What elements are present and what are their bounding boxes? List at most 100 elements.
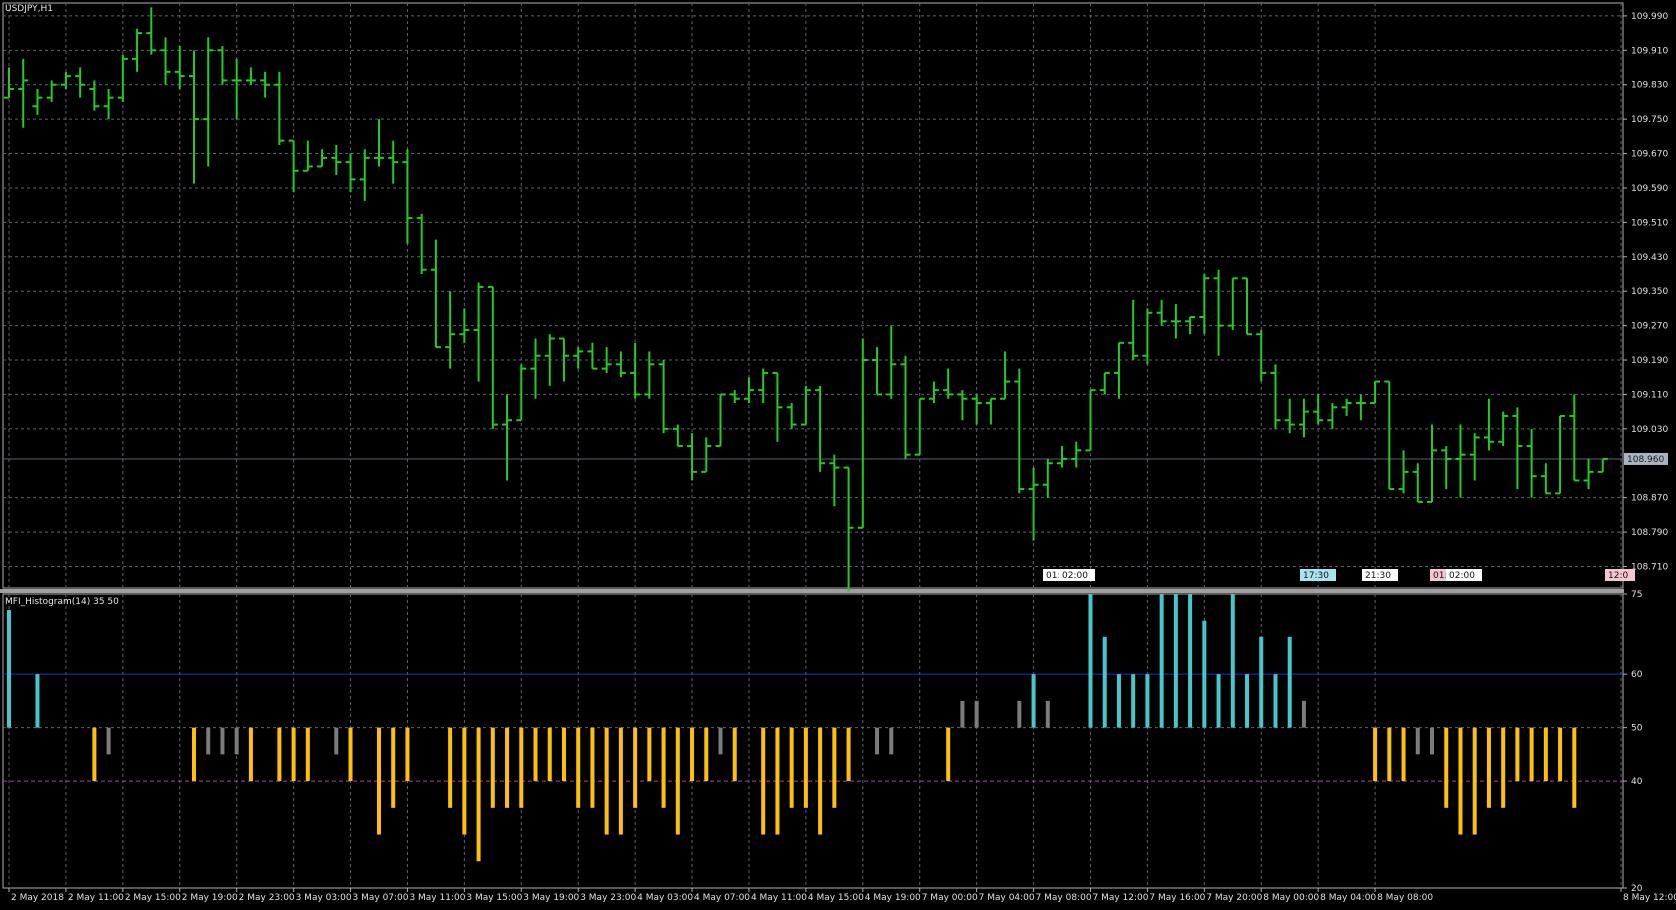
time-axis-label: 7 May 20:00 — [1206, 893, 1262, 903]
histogram-bar — [633, 727, 638, 808]
price-axis-label: 109.990 — [1631, 12, 1668, 22]
price-axis-label: 109.350 — [1631, 287, 1668, 297]
event-marker[interactable]: 12:0 — [1605, 569, 1635, 581]
histogram-bar — [618, 727, 623, 835]
histogram-bar — [576, 727, 581, 808]
time-axis-label: 4 May 07:00 — [694, 893, 750, 903]
histogram-bar — [1145, 674, 1150, 728]
histogram-bar — [661, 727, 666, 808]
time-axis-label: 2 May 23:00 — [239, 893, 295, 903]
histogram-bar — [875, 727, 880, 755]
histogram-bar — [818, 727, 823, 835]
histogram-bar — [462, 727, 467, 835]
histogram-bar — [1259, 636, 1264, 728]
histogram-bar — [1543, 727, 1548, 782]
event-marker[interactable]: 02:00 — [1446, 569, 1482, 581]
time-axis-label: 7 May 16:00 — [1149, 893, 1205, 903]
time-axis-label: 3 May 07:00 — [353, 893, 409, 903]
chart-canvas[interactable]: 109.990 109.910 109.830 109.750 109.670 109.5… — [0, 0, 1676, 910]
price-axis-label: 109.750 — [1631, 115, 1668, 125]
histogram-bar — [1088, 594, 1093, 728]
main-pane-frame — [2, 2, 1624, 589]
price-axis-label: 108.790 — [1631, 528, 1668, 538]
histogram-bar — [1387, 727, 1392, 782]
price-axis-label: 109.830 — [1631, 81, 1668, 91]
histogram-bar — [1415, 727, 1420, 755]
histogram-bar — [1558, 727, 1563, 782]
event-marker[interactable]: 17:30 — [1300, 569, 1336, 581]
histogram-bar — [974, 700, 979, 728]
time-axis-label: 7 May 08:00 — [1036, 893, 1092, 903]
histogram-bar — [348, 727, 353, 782]
price-axis-label: 109.510 — [1631, 218, 1668, 228]
current-price-label: 108.960 — [1627, 455, 1664, 465]
histogram-bar — [376, 727, 381, 835]
histogram-bar — [1188, 594, 1193, 728]
histogram-bar — [1529, 727, 1534, 782]
time-axis-label: 7 May 04:00 — [979, 893, 1035, 903]
histogram-bar — [1430, 727, 1435, 755]
histogram-bar — [789, 727, 794, 808]
histogram-bar — [1373, 727, 1378, 782]
event-marker-label: 01: — [1046, 571, 1060, 581]
histogram-bar — [960, 700, 965, 728]
histogram-bar — [1045, 700, 1050, 728]
histogram-bar — [1458, 727, 1463, 835]
histogram-bar — [1159, 594, 1164, 728]
time-axis-label: 3 May 15:00 — [466, 893, 522, 903]
histogram-bar — [191, 727, 196, 782]
histogram-bar — [206, 727, 211, 755]
price-axis-label: 109.430 — [1631, 253, 1668, 263]
histogram-bar — [1401, 727, 1406, 782]
histogram-bar — [505, 727, 510, 808]
price-axis-label: 109.030 — [1631, 425, 1668, 435]
time-axis-label: 3 May 11:00 — [409, 893, 465, 903]
chart-symbol-title: USDJPY,H1 — [5, 4, 53, 14]
histogram-bar — [92, 727, 97, 782]
histogram-bar — [775, 727, 780, 835]
histogram-bar — [1116, 674, 1121, 728]
histogram-bar — [476, 727, 481, 862]
histogram-bar — [220, 727, 225, 755]
histogram-bar — [1444, 727, 1449, 808]
indicator-title: MFI_Histogram(14) 35 50 — [5, 597, 119, 607]
histogram-bar — [248, 727, 253, 782]
histogram-bar — [1131, 674, 1136, 728]
histogram-bar — [1202, 620, 1207, 728]
indicator-axis-label: 50 — [1631, 724, 1643, 734]
event-marker[interactable]: 21:30 — [1362, 569, 1398, 581]
histogram-bar — [334, 727, 339, 755]
histogram-bar — [291, 727, 296, 782]
event-marker-label: 02:00 — [1449, 571, 1475, 581]
histogram-bar — [106, 727, 111, 755]
histogram-bar — [675, 727, 680, 835]
histogram-bar — [561, 727, 566, 782]
histogram-bar — [846, 727, 851, 782]
histogram-bar — [1031, 674, 1036, 728]
event-marker[interactable]: 02:00 — [1059, 569, 1095, 581]
histogram-bar — [704, 727, 709, 782]
time-axis-label: 4 May 03:00 — [637, 893, 693, 903]
histogram-bar — [889, 727, 894, 755]
time-axis-label: 8 May 00:00 — [1263, 893, 1319, 903]
histogram-bar — [1216, 674, 1221, 728]
histogram-bar — [761, 727, 766, 835]
histogram-bar — [1017, 700, 1022, 728]
chart-window[interactable]: 109.990 109.910 109.830 109.750 109.670 109.5… — [0, 0, 1676, 910]
indicator-axis-label: 75 — [1631, 590, 1642, 600]
time-axis-label: 2 May 15:00 — [125, 893, 181, 903]
time-axis-label: 8 May 12:00 — [1623, 893, 1676, 903]
histogram-bar — [1501, 727, 1506, 808]
histogram-bar — [732, 727, 737, 782]
histogram-bar — [277, 727, 282, 782]
histogram-bar — [391, 727, 396, 808]
time-axis-label: 4 May 15:00 — [808, 893, 864, 903]
time-axis-label: 8 May 04:00 — [1320, 893, 1376, 903]
time-axis-label: 4 May 19:00 — [865, 893, 921, 903]
histogram-bar — [1301, 700, 1306, 728]
histogram-bar — [519, 727, 524, 808]
price-axis-label: 109.910 — [1631, 46, 1668, 56]
time-axis-label: 4 May 11:00 — [751, 893, 807, 903]
pane-separator — [0, 589, 1624, 593]
price-axis-label: 109.670 — [1631, 150, 1668, 160]
